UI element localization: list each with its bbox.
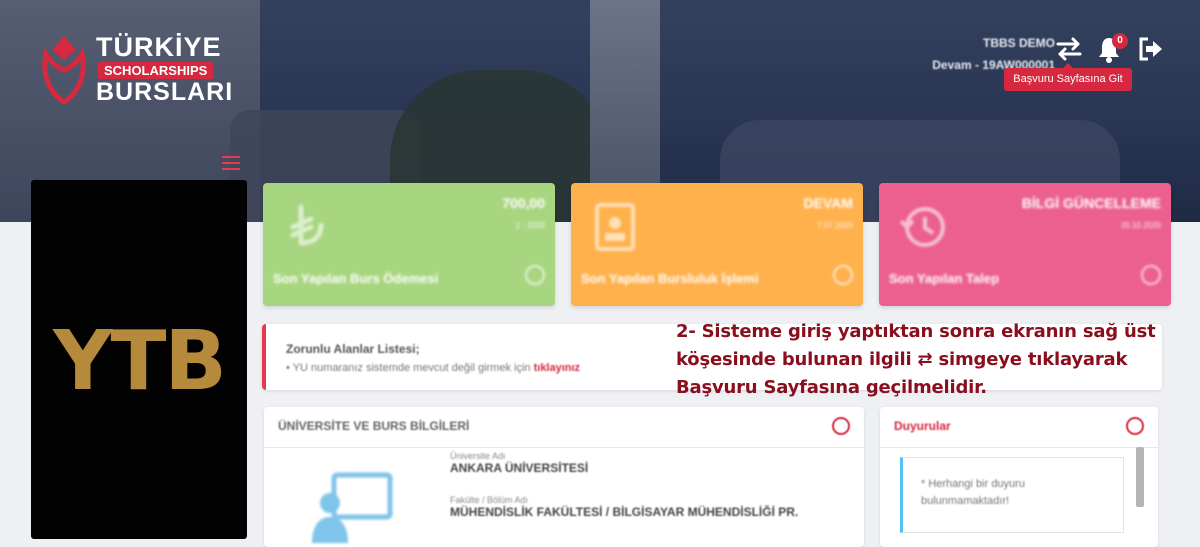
logo-line-1: TÜRKİYE <box>96 32 222 62</box>
card-value: DEVAM <box>803 195 853 211</box>
switch-arrows-icon[interactable] <box>1054 34 1084 64</box>
logout-icon[interactable] <box>1136 34 1166 64</box>
arrow-right-icon[interactable] <box>1141 265 1161 285</box>
alert-title: Zorunlu Alanlar Listesi; <box>286 342 420 356</box>
card-value: 700,00 <box>502 195 545 211</box>
field-label: Üniversite Adı <box>450 451 506 461</box>
site-logo[interactable]: TÜRKİYE SCHOLARSHIPS BURSLARI <box>38 28 238 108</box>
logo-line-2: SCHOLARSHIPS <box>98 62 214 79</box>
arrow-right-icon[interactable] <box>833 265 853 285</box>
announcement-item: * Herhangi bir duyuru bulunmamaktadır! <box>900 457 1124 533</box>
announcements-panel: Duyurular * Herhangi bir duyuru bulunmam… <box>880 407 1158 547</box>
student-screen-icon <box>312 472 393 543</box>
arrow-right-icon[interactable] <box>832 417 850 435</box>
card-date: 7.07.2020 <box>817 221 853 230</box>
panel-title: Duyurular <box>894 419 951 433</box>
tooltip: Başvuru Sayfasına Git <box>1004 63 1132 91</box>
card-scholarship-status[interactable]: DEVAM 7.07.2020 Son Yapılan Bursluluk İş… <box>571 183 863 306</box>
university-field: Üniversite Adı ANKARA ÜNİVERSİTESİ <box>450 451 588 475</box>
card-last-request[interactable]: BİLGİ GÜNCELLEME 20.10.2020 Son Yapılan … <box>879 183 1171 306</box>
card-label: Son Yapılan Bursluluk İşlemi <box>581 271 759 286</box>
id-card-icon <box>595 203 635 251</box>
card-label: Son Yapılan Burs Ödemesi <box>273 271 439 286</box>
alert-text: • YU numaranız sistemde mevcut değil gir… <box>286 362 581 374</box>
tulip-icon <box>42 36 86 104</box>
menu-toggle-icon[interactable] <box>222 156 240 170</box>
sidebar-profile: YTB <box>31 180 247 539</box>
user-name: TBBS DEMO <box>983 36 1055 50</box>
scrollbar[interactable] <box>1136 447 1144 507</box>
arrow-right-icon[interactable] <box>1126 417 1144 435</box>
card-scholarship-payment[interactable]: 700,00 1 - 2020 Son Yapılan Burs Ödemesi <box>263 183 555 306</box>
instruction-caption: 2- Sisteme giriş yaptıktan sonra ekranın… <box>676 321 1156 398</box>
faculty-field: Fakülte / Bölüm Adı MÜHENDİSLİK FAKÜLTES… <box>450 495 798 519</box>
card-date: 1 - 2020 <box>515 221 545 230</box>
university-panel: ÜNİVERSİTE VE BURS BİLGİLERİ Üniversite … <box>264 407 864 547</box>
field-value: ANKARA ÜNİVERSİTESİ <box>450 461 589 475</box>
ytb-logo: YTB <box>53 314 227 409</box>
field-value: MÜHENDİSLİK FAKÜLTESİ / BİLGİSAYAR MÜHEN… <box>450 505 799 519</box>
card-value: BİLGİ GÜNCELLEME <box>1021 195 1161 211</box>
logo-line-3: BURSLARI <box>96 78 234 106</box>
history-icon <box>899 207 945 247</box>
arrow-right-icon[interactable] <box>525 265 545 285</box>
panel-title: ÜNİVERSİTE VE BURS BİLGİLERİ <box>278 419 470 433</box>
alert-link[interactable]: tıklayınız <box>534 362 580 374</box>
notification-badge: 0 <box>1112 33 1128 49</box>
field-label: Fakülte / Bölüm Adı <box>450 495 529 505</box>
card-date: 20.10.2020 <box>1120 221 1161 230</box>
lira-icon <box>290 204 324 246</box>
card-label: Son Yapılan Talep <box>889 271 1000 286</box>
